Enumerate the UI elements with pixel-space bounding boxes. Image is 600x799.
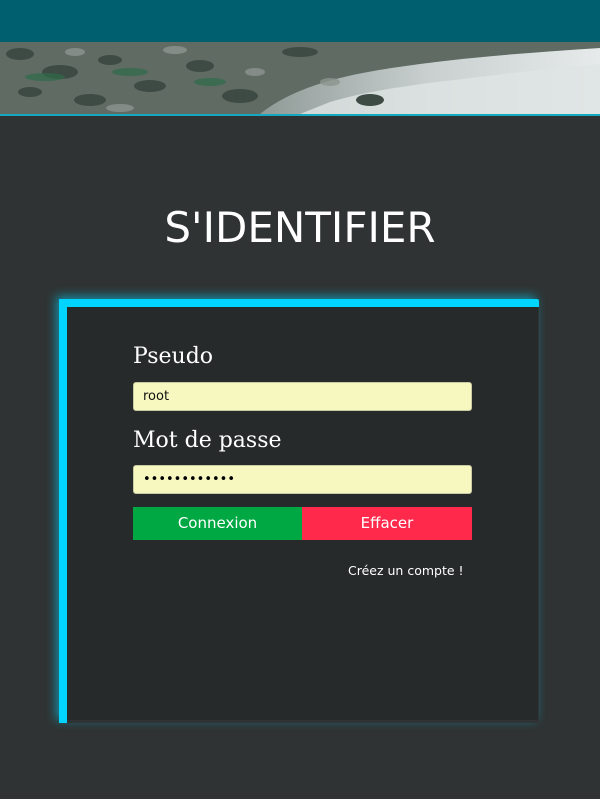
username-input[interactable]: root xyxy=(133,382,472,411)
clear-button[interactable]: Effacer xyxy=(302,507,472,540)
page-title: S'IDENTIFIER xyxy=(164,203,436,252)
password-input[interactable]: •••••••••••• xyxy=(133,465,472,494)
top-bar xyxy=(0,0,600,42)
banner-landscape-graphic xyxy=(0,42,600,114)
header-banner-image xyxy=(0,42,600,116)
username-label: Pseudo xyxy=(133,344,214,369)
password-label: Mot de passe xyxy=(133,428,282,453)
login-button[interactable]: Connexion xyxy=(133,507,302,540)
create-account-link[interactable]: Créez un compte ! xyxy=(348,563,464,578)
password-mask: •••••••••••• xyxy=(143,472,236,487)
